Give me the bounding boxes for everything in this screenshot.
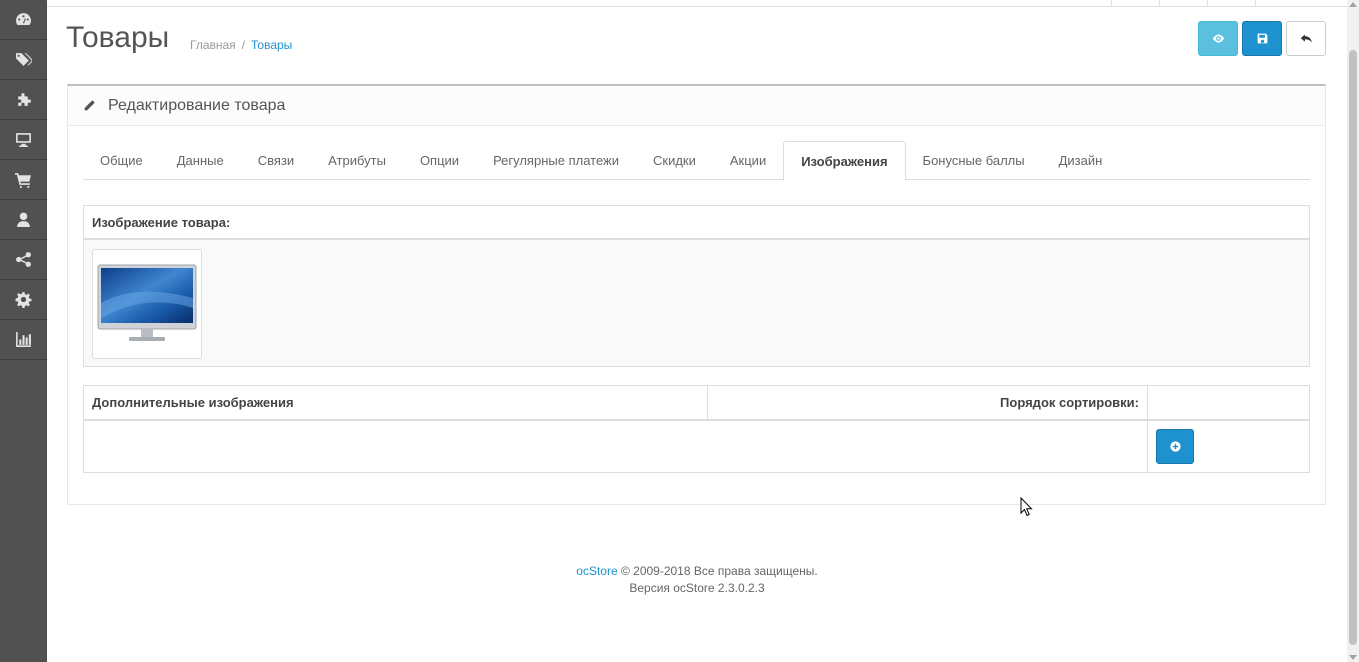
monitor-image — [97, 264, 197, 341]
tab-links[interactable]: Связи — [241, 141, 311, 180]
empty-cell — [84, 421, 1148, 472]
footer-copyright: © 2009-2018 Все права защищены. — [620, 564, 818, 578]
sidebar-item-extensions[interactable] — [0, 80, 47, 120]
breadcrumb-home-link[interactable]: Главная — [190, 38, 236, 52]
navbar-divider — [1207, 0, 1208, 6]
back-button[interactable] — [1286, 21, 1326, 56]
tab-recurring[interactable]: Регулярные платежи — [476, 141, 636, 180]
cog-icon — [15, 292, 32, 308]
sidebar-item-customers[interactable] — [0, 200, 47, 240]
scroll-up-arrow[interactable] — [1349, 2, 1357, 7]
page-title: Товары — [66, 21, 170, 54]
breadcrumb-current-link[interactable]: Товары — [251, 38, 292, 52]
footer-copyright-line: ocStore © 2009-2018 Все права защищены. — [47, 563, 1347, 580]
panel-title: Редактирование товара — [108, 96, 286, 114]
preview-button[interactable] — [1198, 21, 1238, 56]
sidebar-item-dashboard[interactable] — [0, 0, 47, 40]
top-navbar-edge — [47, 0, 1347, 7]
bar-chart-icon — [16, 332, 31, 347]
add-image-button[interactable] — [1156, 429, 1194, 464]
share-icon — [16, 252, 31, 267]
additional-images-header-row: Дополнительные изображения Порядок сорти… — [84, 386, 1309, 421]
product-image-table: Изображение товара: — [83, 205, 1310, 367]
col-additional-images: Дополнительные изображения — [84, 386, 708, 419]
cart-icon — [15, 173, 31, 188]
product-image-cell — [84, 240, 1309, 366]
sidebar-item-system[interactable] — [0, 280, 47, 320]
product-image-thumbnail[interactable] — [92, 249, 202, 359]
tab-general[interactable]: Общие — [83, 141, 160, 180]
scroll-down-arrow[interactable] — [1349, 655, 1357, 660]
tab-images[interactable]: Изображения — [783, 141, 906, 181]
reply-icon — [1300, 34, 1312, 43]
tab-reward-points[interactable]: Бонусные баллы — [906, 141, 1042, 180]
page-footer: ocStore © 2009-2018 Все права защищены. … — [47, 563, 1347, 597]
product-tabs: Общие Данные Связи Атрибуты Опции Регуля… — [83, 141, 1310, 181]
product-image-header: Изображение товара: — [84, 206, 1309, 240]
tags-icon — [16, 53, 32, 66]
save-icon — [1257, 33, 1267, 44]
footer-brand-link[interactable]: ocStore — [576, 564, 617, 578]
tab-specials[interactable]: Акции — [713, 141, 783, 180]
page-scrollbar[interactable] — [1347, 0, 1359, 662]
desktop-icon — [16, 133, 31, 147]
tab-design[interactable]: Дизайн — [1042, 141, 1120, 180]
tab-data[interactable]: Данные — [160, 141, 241, 180]
dashboard-icon — [16, 13, 31, 26]
col-sort-order: Порядок сортировки: — [708, 386, 1148, 419]
col-actions — [1148, 386, 1309, 419]
navbar-divider — [1255, 0, 1256, 6]
action-cell — [1148, 421, 1309, 472]
navbar-divider — [1159, 0, 1160, 6]
sidebar-item-sales[interactable] — [0, 160, 47, 200]
tab-options[interactable]: Опции — [403, 141, 476, 180]
sidebar-menu — [0, 0, 47, 662]
footer-version: Версия ocStore 2.3.0.2.3 — [629, 581, 765, 595]
breadcrumb-separator: / — [241, 38, 246, 52]
eye-icon — [1212, 34, 1224, 43]
pencil-icon — [84, 100, 95, 111]
sidebar-item-reports[interactable] — [0, 320, 47, 360]
puzzle-icon — [18, 93, 31, 106]
sidebar-item-catalog[interactable] — [0, 40, 47, 80]
breadcrumb: Главная / Товары — [190, 38, 292, 52]
user-icon — [17, 212, 30, 227]
additional-images-footer-row — [84, 421, 1309, 472]
scrollbar-thumb[interactable] — [1349, 50, 1357, 645]
tab-discounts[interactable]: Скидки — [636, 141, 713, 180]
sidebar-item-marketing[interactable] — [0, 240, 47, 280]
save-button[interactable] — [1242, 21, 1282, 56]
header-actions — [1198, 21, 1326, 56]
plus-circle-icon — [1169, 441, 1181, 452]
tab-attributes[interactable]: Атрибуты — [311, 141, 403, 180]
mouse-cursor-icon — [1020, 497, 1033, 517]
panel-heading: Редактирование товара — [68, 86, 1325, 126]
sidebar-item-design[interactable] — [0, 120, 47, 160]
navbar-divider — [1111, 0, 1112, 6]
additional-images-table: Дополнительные изображения Порядок сорти… — [83, 385, 1310, 473]
product-edit-panel: Редактирование товара Общие Данные Связи… — [67, 84, 1326, 505]
